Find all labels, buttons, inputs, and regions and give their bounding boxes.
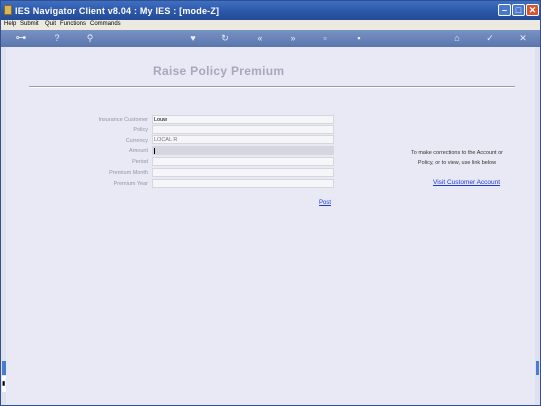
search-icon[interactable]: ⚲: [84, 32, 96, 45]
right-side-panel: [535, 47, 540, 405]
key-icon[interactable]: ⊶: [10, 32, 32, 45]
app-window: IES Navigator Client v8.04 : My IES : [m…: [0, 0, 541, 406]
visit-customer-account-link[interactable]: Visit Customer Account: [433, 179, 500, 186]
menu-bar: Help Submit Quit Functions Commands: [1, 20, 540, 30]
window-title: IES Navigator Client v8.04 : My IES : [m…: [15, 6, 220, 16]
currency-field[interactable]: LOCAL R: [152, 135, 334, 144]
label-amount: Amount: [129, 148, 148, 154]
label-insurance-customer: Insurance Customer: [98, 117, 148, 123]
label-period: Period: [132, 159, 148, 165]
menu-submit[interactable]: Submit: [20, 21, 39, 27]
amount-field[interactable]: [152, 146, 334, 155]
insurance-customer-field[interactable]: Louw: [152, 115, 334, 124]
home-icon[interactable]: ⌂: [451, 32, 463, 45]
menu-functions[interactable]: Functions: [60, 21, 86, 27]
divider: [29, 86, 515, 88]
title-bar: IES Navigator Client v8.04 : My IES : [m…: [1, 1, 540, 20]
heart-icon[interactable]: ♥: [187, 32, 199, 45]
maximize-button[interactable]: □: [512, 4, 525, 16]
menu-help[interactable]: Help: [4, 21, 16, 27]
post-link[interactable]: Post: [319, 200, 331, 206]
refresh-icon[interactable]: ↻: [219, 32, 231, 45]
period-field[interactable]: [152, 157, 334, 166]
page-title: Raise Policy Premium: [153, 64, 285, 78]
right-panel-tab[interactable]: [536, 361, 539, 375]
app-icon: [4, 5, 12, 15]
account-note-line2: Policy, or to view, use link below: [417, 160, 497, 166]
label-policy: Policy: [133, 127, 148, 133]
menu-commands[interactable]: Commands: [90, 21, 121, 27]
policy-field[interactable]: [152, 125, 334, 134]
help-icon[interactable]: ?: [51, 32, 63, 45]
menu-quit[interactable]: Quit: [45, 21, 56, 27]
forward-icon[interactable]: »: [287, 32, 299, 45]
document-icon[interactable]: ▫: [319, 32, 331, 45]
label-currency: Currency: [125, 138, 148, 144]
ok-icon[interactable]: ✓: [484, 32, 496, 45]
save-icon[interactable]: ▪: [353, 32, 365, 45]
premium-month-field[interactable]: [152, 168, 334, 177]
label-premium-month: Premium Month: [109, 170, 148, 176]
close-window-button[interactable]: ✕: [526, 4, 539, 16]
toolbar: ⊶ ? ⚲ ♥ ↻ « » ▫ ▪ ⌂ ✓ ✕: [1, 30, 540, 47]
close-icon[interactable]: ✕: [517, 32, 529, 45]
text-caret: [154, 148, 155, 154]
account-note-line1: To make corrections to the Account or: [410, 150, 504, 156]
back-icon[interactable]: «: [254, 32, 266, 45]
minimize-button[interactable]: –: [498, 4, 511, 16]
premium-year-field[interactable]: [152, 179, 334, 188]
label-premium-year: Premium Year: [113, 181, 148, 187]
content-area: [6, 47, 535, 403]
